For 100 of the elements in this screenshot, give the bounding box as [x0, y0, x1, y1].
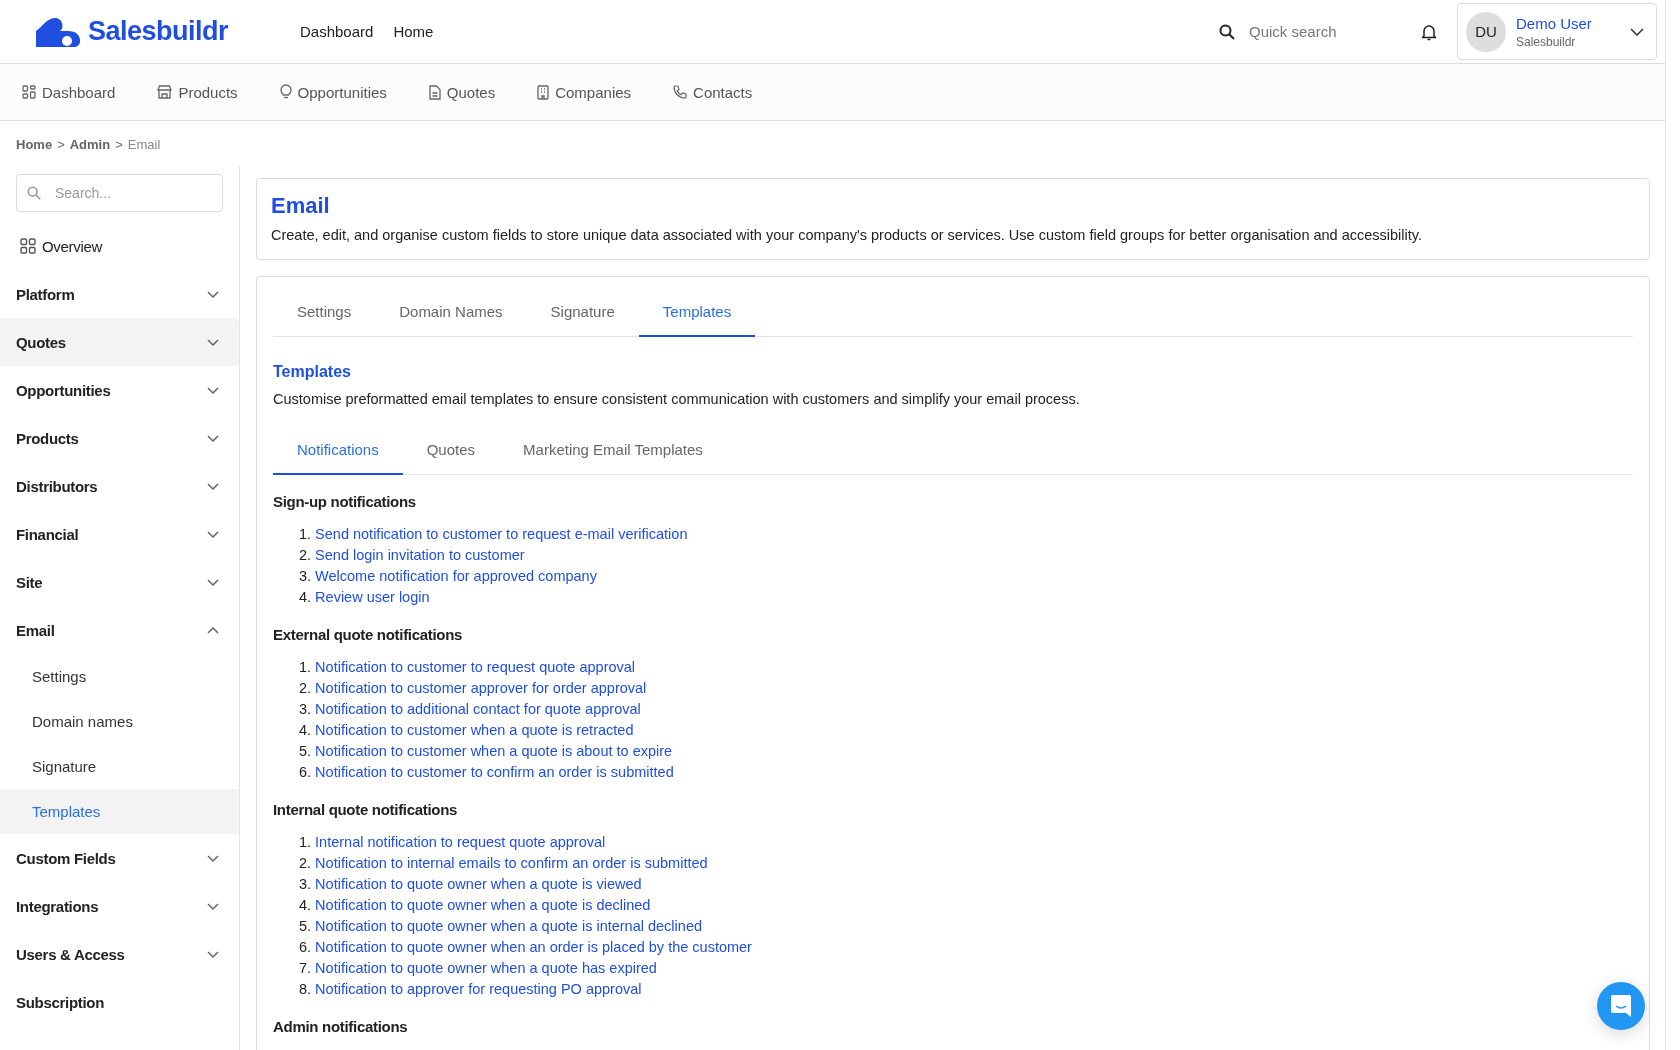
group-heading: Admin notifications	[273, 1018, 409, 1035]
template-link[interactable]: Notification to customer to request quote approval	[315, 657, 636, 678]
sidebar-item[interactable]: Distributors	[0, 462, 239, 510]
breadcrumb-separator: >	[57, 137, 65, 152]
breadcrumb-link[interactable]: Admin	[69, 137, 111, 152]
template-link[interactable]: Notification to quote owner when a quote has expired	[315, 958, 657, 979]
nav-tab[interactable]: Opportunities	[279, 83, 387, 101]
sidebar-item[interactable]: Financial	[0, 510, 239, 558]
nav-tab[interactable]: Dashboard	[22, 83, 116, 101]
chevron-down-icon	[207, 434, 219, 442]
sidebar-search-field[interactable]: Search...	[16, 174, 223, 212]
subtab[interactable]: Quotes	[402, 421, 500, 475]
template-link[interactable]: Send notification to customer to request e-mail verification	[315, 524, 688, 545]
tab[interactable]: Templates	[638, 283, 756, 337]
template-link[interactable]: Internal notification to request quote approval	[315, 832, 606, 853]
tab[interactable]: Settings	[273, 283, 376, 337]
template-link[interactable]: Notification to quote owner when a quote is declined	[315, 895, 651, 916]
user-menu[interactable]: DU Demo User Salesbuildr	[1457, 3, 1657, 60]
breadcrumb-link[interactable]: Home	[16, 137, 53, 152]
sidebar-item[interactable]: Overview	[0, 222, 239, 270]
chat-icon	[1610, 994, 1632, 1018]
section-title: Templates	[273, 363, 352, 381]
lightbulb-icon	[279, 84, 292, 100]
template-link[interactable]: Notification to customer approver for order approval	[315, 678, 647, 699]
search-icon	[1219, 23, 1235, 40]
header-link[interactable]: Home	[393, 23, 434, 40]
sidebar-item[interactable]: Integrations	[0, 882, 239, 930]
template-link[interactable]: Notification to quote owner when an order is placed by the customer	[315, 937, 752, 958]
page-title: Email	[271, 193, 331, 219]
template-link[interactable]: Notification to customer to confirm an order is submitted	[315, 762, 674, 783]
template-link[interactable]: Notification to quote owner when a quote is viewed	[315, 874, 642, 895]
nav-tab[interactable]: Contacts	[673, 83, 753, 101]
tab[interactable]: Signature	[526, 283, 639, 337]
template-link[interactable]: Notification to customer when a quote is about to expire	[315, 741, 673, 762]
group-heading: Internal quote notifications	[273, 801, 459, 818]
logo-icon	[34, 16, 80, 47]
template-link[interactable]: Send login invitation to customer	[315, 545, 525, 566]
list-number: 1.	[299, 525, 312, 544]
sidebar-item[interactable]: Email	[0, 606, 239, 654]
sidebar-item[interactable]: Users & Access	[0, 930, 239, 978]
list-number: 4.	[299, 896, 312, 915]
grid-icon	[22, 85, 36, 99]
building-icon	[537, 84, 550, 100]
sidebar-item[interactable]: Quotes	[0, 318, 239, 366]
list-number: 7.	[299, 959, 312, 978]
user-name: Demo User	[1516, 14, 1593, 32]
template-link[interactable]: Review user login	[315, 587, 430, 608]
sidebar-item[interactable]: Site	[0, 558, 239, 606]
sidebar-item[interactable]: Custom Fields	[0, 834, 239, 882]
chevron-down-icon	[207, 482, 219, 490]
template-link[interactable]: Notification to quote owner when a quote is internal declined	[315, 916, 702, 937]
chevron-down-icon	[207, 386, 219, 394]
template-link[interactable]: Notification to additional contact for quote approval	[315, 699, 641, 720]
section-description: Customise preformatted email templates to ensure consistent communication with customers and simplify your email process.	[273, 391, 1081, 407]
brand-name[interactable]: Salesbuildr	[88, 16, 229, 47]
phone-icon	[673, 85, 688, 99]
list-number: 2.	[299, 546, 312, 565]
list-number: 4.	[299, 721, 312, 740]
breadcrumb-link[interactable]: Email	[127, 137, 161, 152]
list-number: 6.	[299, 763, 312, 782]
template-link[interactable]: Notification to customer when a quote is retracted	[315, 720, 634, 741]
group-heading: External quote notifications	[273, 626, 464, 643]
list-number: 5.	[299, 742, 312, 761]
template-link[interactable]: Notification to internal emails to confirm an order is submitted	[315, 853, 708, 874]
sidebar-item[interactable]: Opportunities	[0, 366, 239, 414]
chevron-down-icon	[207, 290, 219, 298]
breadcrumb-separator: >	[115, 137, 123, 152]
subtab[interactable]: Marketing Email Templates	[499, 421, 727, 475]
document-icon	[428, 84, 441, 100]
nav-tab[interactable]: Quotes	[428, 83, 496, 101]
list-number: 3.	[299, 567, 312, 586]
grid-icon	[20, 238, 36, 254]
notification-bell-icon[interactable]	[1421, 22, 1437, 41]
sidebar-subitem[interactable]: Settings	[0, 654, 239, 699]
sidebar-item[interactable]: Platform	[0, 270, 239, 318]
header-link[interactable]: Dashboard	[300, 23, 374, 40]
list-number: 5.	[299, 917, 312, 936]
list-number: 1.	[299, 658, 312, 677]
group-heading: Sign-up notifications	[273, 493, 417, 510]
sidebar-item[interactable]: Products	[0, 414, 239, 462]
list-number: 8.	[299, 980, 312, 999]
list-number: 1.	[299, 833, 312, 852]
list-number: 6.	[299, 938, 312, 957]
template-link[interactable]: Notification to approver for requesting PO approval	[315, 979, 642, 1000]
nav-tab[interactable]: Companies	[537, 83, 632, 101]
list-number: 2.	[299, 679, 312, 698]
chevron-down-icon	[207, 578, 219, 586]
sidebar-subitem[interactable]: Signature	[0, 744, 239, 789]
tab[interactable]: Domain Names	[375, 283, 527, 337]
search-icon	[27, 186, 41, 200]
chevron-down-icon	[207, 338, 219, 346]
chevron-down-icon	[207, 530, 219, 538]
subtab[interactable]: Notifications	[273, 421, 403, 475]
nav-tab[interactable]: Products	[157, 83, 238, 101]
template-link[interactable]: Welcome notification for approved company	[315, 566, 597, 587]
sidebar-subitem[interactable]: Templates	[0, 789, 239, 834]
user-avatar: DU	[1466, 11, 1506, 52]
sidebar-item[interactable]: Subscription	[0, 978, 239, 1026]
sidebar-subitem[interactable]: Domain names	[0, 699, 239, 744]
chevron-down-icon	[207, 854, 219, 862]
